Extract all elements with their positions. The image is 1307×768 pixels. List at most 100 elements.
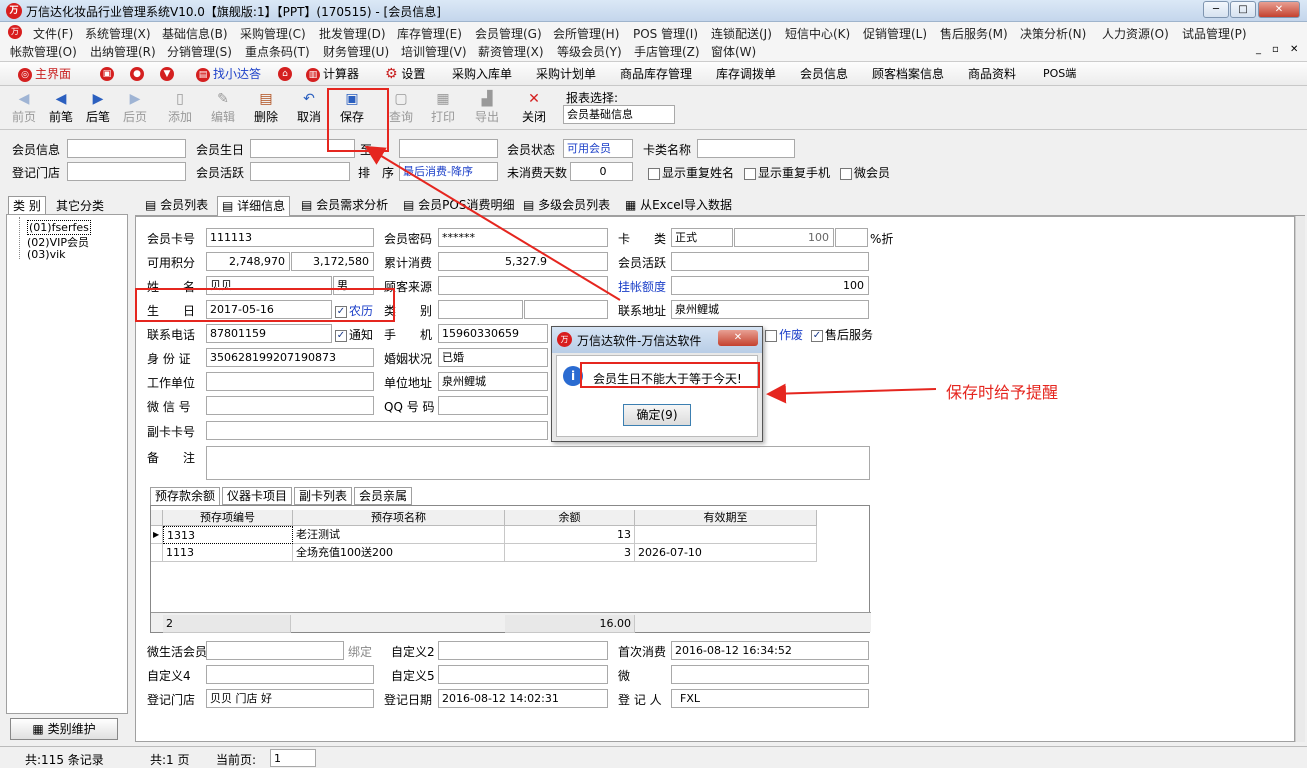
work-field[interactable] bbox=[206, 372, 374, 391]
filter-sort-select[interactable]: 最后消费-降序 bbox=[399, 162, 498, 181]
bind-link[interactable]: 绑定 bbox=[348, 643, 372, 660]
shield-icon[interactable]: ▼ bbox=[160, 67, 174, 81]
total-points-field[interactable]: 3,172,580 bbox=[291, 252, 374, 271]
sub-card-field[interactable] bbox=[206, 421, 548, 440]
prev-record-button[interactable]: ◀ 前笔 bbox=[43, 90, 79, 125]
add-button[interactable]: ▯ 添加 bbox=[162, 90, 198, 125]
reg-by-field[interactable]: FXL bbox=[671, 689, 869, 708]
category-maintain-button[interactable]: ▦ 类别维护 bbox=[10, 718, 118, 740]
tab-sub-card-list[interactable]: 副卡列表 bbox=[294, 487, 353, 505]
category-field[interactable] bbox=[438, 300, 523, 319]
filter-status-select[interactable]: 可用会员 bbox=[563, 139, 633, 158]
tab-device-card[interactable]: 仪器卡项目 bbox=[222, 487, 293, 505]
address-field[interactable]: 泉州鲤城 bbox=[671, 300, 869, 319]
reg-store-field[interactable]: 贝贝 门店 好 bbox=[206, 689, 374, 708]
custom5-field[interactable] bbox=[438, 665, 608, 684]
card-type-field[interactable]: 正式 bbox=[671, 228, 733, 247]
tab-member-list[interactable]: ▤ 会员列表 bbox=[141, 196, 212, 216]
menu-item[interactable]: 手店管理(Z) bbox=[634, 43, 700, 60]
close-button[interactable]: ✕ 关闭 bbox=[516, 90, 552, 125]
tree-item-1[interactable]: (01)fserfes bbox=[27, 220, 91, 235]
quick-stock[interactable]: 商品库存管理 bbox=[620, 65, 692, 82]
dialog-close-button[interactable]: ✕ bbox=[718, 330, 758, 346]
menu-item[interactable]: POS 管理(I) bbox=[633, 25, 698, 42]
remark-field[interactable] bbox=[206, 446, 870, 480]
dup-name-checkbox[interactable]: 显示重复姓名 bbox=[648, 164, 734, 181]
filter-cardtype-input[interactable] bbox=[697, 139, 795, 158]
card-no-field[interactable]: 111113 bbox=[206, 228, 374, 247]
tab-pos-detail[interactable]: ▤ 会员POS消费明细 bbox=[399, 196, 518, 216]
minimize-button[interactable]: ─ bbox=[1203, 1, 1229, 18]
menu-item[interactable]: 采购管理(C) bbox=[240, 25, 306, 42]
menu-item[interactable]: 文件(F) bbox=[33, 25, 73, 42]
total-consume-field[interactable]: 5,327.9 bbox=[438, 252, 608, 271]
menu-item[interactable]: 系统管理(X) bbox=[85, 25, 151, 42]
maximize-button[interactable]: □ bbox=[1230, 1, 1256, 18]
filter-active-input[interactable] bbox=[250, 162, 350, 181]
cancel-button[interactable]: ↶ 取消 bbox=[291, 90, 327, 125]
first-page-button[interactable]: ◀ 前页 bbox=[6, 90, 42, 125]
menu-item[interactable]: 会所管理(H) bbox=[553, 25, 619, 42]
menu-item[interactable]: 人力资源(O) bbox=[1102, 25, 1169, 42]
source-field[interactable] bbox=[438, 276, 608, 295]
report-select[interactable]: 会员基础信息 bbox=[563, 105, 675, 124]
after-service-checkbox[interactable]: ✓ 售后服务 bbox=[811, 326, 873, 343]
first-consume-field[interactable]: 2016-08-12 16:34:52 bbox=[671, 641, 869, 660]
qq-field[interactable] bbox=[438, 396, 548, 415]
tab-relatives[interactable]: 会员亲属 bbox=[354, 487, 413, 505]
tab-demand[interactable]: ▤ 会员需求分析 bbox=[297, 196, 392, 216]
filter-store-input[interactable] bbox=[67, 162, 186, 181]
reg-date-field[interactable]: 2016-08-12 14:02:31 bbox=[438, 689, 608, 708]
wechat-life-field[interactable] bbox=[206, 641, 344, 660]
quick-settings[interactable]: ⚙ 设置 bbox=[385, 65, 425, 82]
points-field[interactable]: 2,748,970 bbox=[206, 252, 290, 271]
menu-item[interactable]: 连锁配送(J) bbox=[711, 25, 772, 42]
credit-field[interactable]: 100 bbox=[671, 276, 869, 295]
credit-label[interactable]: 挂帐额度 bbox=[618, 278, 666, 295]
menu-item[interactable]: 会员管理(G) bbox=[475, 25, 542, 42]
table-row[interactable]: ▶ 1313 老汪测试 13 bbox=[151, 526, 817, 544]
mdi-minimize-icon[interactable]: _ bbox=[1256, 44, 1261, 55]
wechat-field[interactable] bbox=[206, 396, 374, 415]
chat-icon[interactable]: ● bbox=[130, 67, 144, 81]
quick-ask[interactable]: ▤ 找小达答 bbox=[196, 65, 261, 82]
tab-multilevel[interactable]: ▤ 多级会员列表 bbox=[519, 196, 614, 216]
menu-item[interactable]: 等级会员(Y) bbox=[557, 43, 622, 60]
tree-item-3[interactable]: (03)vik bbox=[27, 248, 66, 261]
marriage-field[interactable]: 已婚 bbox=[438, 348, 548, 367]
menu-item[interactable]: 批发管理(D) bbox=[319, 25, 386, 42]
quick-purchase-in[interactable]: 采购入库单 bbox=[452, 65, 512, 82]
menu-item[interactable]: 出纳管理(R) bbox=[90, 43, 156, 60]
filter-days-input[interactable]: 0 bbox=[570, 162, 633, 181]
menu-item[interactable]: 售后服务(M) bbox=[940, 25, 1008, 42]
lock-icon[interactable]: ▣ bbox=[100, 67, 114, 81]
wei-field[interactable] bbox=[671, 665, 869, 684]
menu-item[interactable]: 帐款管理(O) bbox=[10, 43, 77, 60]
quick-pos[interactable]: POS端 bbox=[1043, 65, 1076, 81]
quick-home[interactable]: ◎ 主界面 bbox=[18, 65, 71, 82]
discount-field[interactable]: 100 bbox=[734, 228, 834, 247]
tab-category[interactable]: 类 别 bbox=[8, 196, 46, 215]
tab-prepaid[interactable]: 预存款余额 bbox=[150, 487, 221, 505]
mdi-close-icon[interactable]: ✕ bbox=[1290, 44, 1298, 55]
menu-item[interactable]: 分销管理(S) bbox=[167, 43, 232, 60]
menu-item[interactable]: 试品管理(P) bbox=[1182, 25, 1247, 42]
filter-member-input[interactable] bbox=[67, 139, 186, 158]
form-scrollbar[interactable] bbox=[1295, 216, 1305, 742]
tab-other-category[interactable]: 其它分类 bbox=[54, 197, 106, 214]
menu-item[interactable]: 培训管理(V) bbox=[401, 43, 467, 60]
last-page-button[interactable]: ▶ 后页 bbox=[117, 90, 153, 125]
dup-phone-checkbox[interactable]: 显示重复手机 bbox=[744, 164, 830, 181]
menu-item[interactable]: 库存管理(E) bbox=[397, 25, 462, 42]
edit-button[interactable]: ✎ 编辑 bbox=[205, 90, 241, 125]
menu-item[interactable]: 重点条码(T) bbox=[245, 43, 310, 60]
tab-detail[interactable]: ▤ 详细信息 bbox=[217, 196, 291, 216]
discount-extra-field[interactable] bbox=[835, 228, 868, 247]
quick-customer[interactable]: 顾客档案信息 bbox=[872, 65, 944, 82]
house-icon[interactable]: ⌂ bbox=[278, 67, 292, 81]
menu-item[interactable]: 窗体(W) bbox=[711, 43, 756, 60]
menu-item[interactable]: 短信中心(K) bbox=[785, 25, 850, 42]
tab-import-excel[interactable]: ▦ 从Excel导入数据 bbox=[621, 196, 736, 216]
current-page-input[interactable]: 1 bbox=[270, 749, 316, 767]
password-field[interactable]: ****** bbox=[438, 228, 608, 247]
